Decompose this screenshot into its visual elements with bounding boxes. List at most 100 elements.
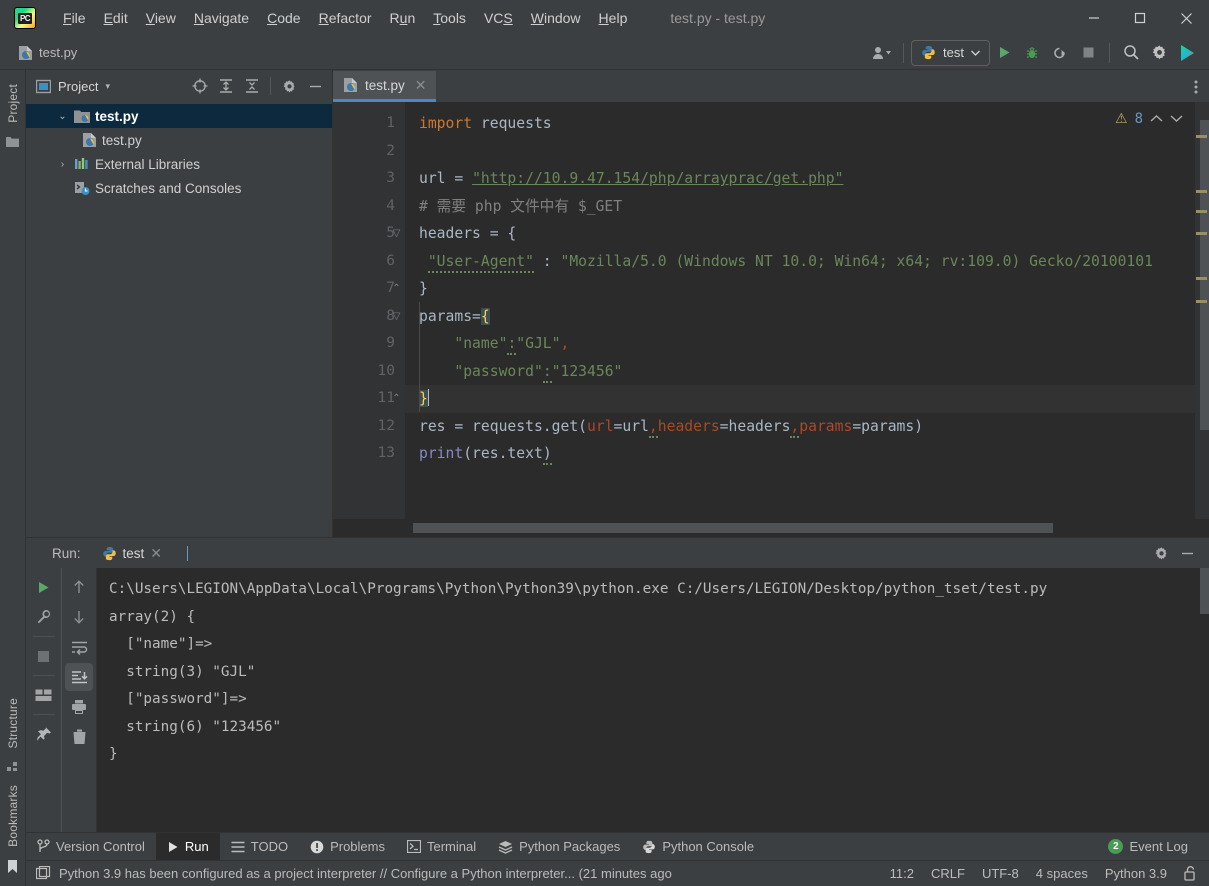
code-line[interactable]: import requests xyxy=(405,110,1195,138)
select-opened-file-button[interactable] xyxy=(189,75,211,97)
code-fold-marker[interactable]: ⌃ xyxy=(391,283,402,294)
menu-file[interactable]: File xyxy=(54,7,95,29)
soft-wrap-button[interactable] xyxy=(65,633,93,661)
run-tab-test[interactable]: test ✕ xyxy=(95,542,170,571)
run-with-coverage-button[interactable] xyxy=(1046,40,1074,66)
debug-button[interactable] xyxy=(1018,40,1046,66)
code-line[interactable]: url = "http://10.9.47.154/php/arrayprac/… xyxy=(405,165,1195,193)
tree-item-external-libraries[interactable]: › External Libraries xyxy=(26,152,332,176)
menu-help[interactable]: Help xyxy=(590,7,637,29)
code-line[interactable]: } xyxy=(405,385,1195,413)
expand-all-button[interactable] xyxy=(215,75,237,97)
menu-tools[interactable]: Tools xyxy=(424,7,475,29)
code-line[interactable]: "name":"GJL", xyxy=(405,330,1195,358)
code-line[interactable]: } xyxy=(405,275,1195,303)
settings-button[interactable] xyxy=(1145,40,1173,66)
strip-item-bookmarks[interactable]: Bookmarks xyxy=(6,779,20,853)
clear-all-button[interactable] xyxy=(65,723,93,751)
warning-marker[interactable] xyxy=(1196,232,1207,235)
indent-setting[interactable]: 4 spaces xyxy=(1036,866,1088,881)
user-account-icon[interactable] xyxy=(868,40,896,66)
edit-configuration-button[interactable] xyxy=(30,603,58,631)
tree-item-scratches[interactable]: Scratches and Consoles xyxy=(26,176,332,200)
previous-occurrence-button[interactable] xyxy=(65,573,93,601)
run-panel-settings-button[interactable] xyxy=(1149,541,1173,565)
stop-button[interactable] xyxy=(30,642,58,670)
code-fold-marker[interactable]: ▽ xyxy=(391,228,402,239)
close-button[interactable] xyxy=(1163,0,1209,36)
code-line[interactable] xyxy=(405,138,1195,166)
toolwindow-run[interactable]: Run xyxy=(155,832,220,861)
toolwindow-python-packages[interactable]: Python Packages xyxy=(487,833,631,861)
toolwindow-version-control[interactable]: Version Control xyxy=(26,833,156,861)
menu-navigate[interactable]: Navigate xyxy=(185,7,258,29)
code-line[interactable]: params={ xyxy=(405,303,1195,331)
warning-marker[interactable] xyxy=(1196,210,1207,213)
code-fold-marker[interactable]: ⌃ xyxy=(391,393,402,404)
maximize-button[interactable] xyxy=(1117,0,1163,36)
close-icon[interactable]: ✕ xyxy=(150,545,162,562)
code-line[interactable]: print(res.text) xyxy=(405,440,1195,468)
unlocked-padlock-icon[interactable] xyxy=(1184,866,1197,881)
run-panel-hide-button[interactable] xyxy=(1175,541,1199,565)
collapse-all-button[interactable] xyxy=(241,75,263,97)
bookmark-icon[interactable] xyxy=(7,859,18,874)
status-message-area[interactable]: Python 3.9 has been configured as a proj… xyxy=(36,866,672,881)
stop-button[interactable] xyxy=(1074,40,1102,66)
toolwindow-event-log[interactable]: 2 Event Log xyxy=(1097,833,1199,861)
toolwindow-python-console[interactable]: Python Console xyxy=(631,833,765,861)
chevron-right-icon[interactable]: › xyxy=(56,159,69,170)
folder-icon[interactable] xyxy=(5,135,20,148)
hide-panel-button[interactable] xyxy=(304,75,326,97)
panel-options-button[interactable] xyxy=(278,75,300,97)
strip-item-structure[interactable]: Structure xyxy=(6,692,20,755)
close-icon[interactable]: ✕ xyxy=(415,77,427,94)
editor-code[interactable]: import requests url = "http://10.9.47.154… xyxy=(405,102,1195,519)
previous-problem-icon[interactable] xyxy=(1150,114,1163,123)
menu-vcs[interactable]: VCS xyxy=(475,7,522,29)
editor-horizontal-scrollbar[interactable] xyxy=(413,523,1053,533)
console-scrollbar[interactable] xyxy=(1200,568,1209,614)
breadcrumb[interactable]: test.py xyxy=(12,43,83,63)
layout-settings-button[interactable] xyxy=(30,681,58,709)
ai-assistant-button[interactable] xyxy=(1173,40,1201,66)
code-line[interactable]: res = requests.get(url=url,headers=heade… xyxy=(405,413,1195,441)
tree-item-test-py[interactable]: test.py xyxy=(26,128,332,152)
strip-item-project[interactable]: Project xyxy=(6,78,20,129)
search-everywhere-button[interactable] xyxy=(1117,40,1145,66)
pin-tab-button[interactable] xyxy=(30,720,58,748)
menu-edit[interactable]: Edit xyxy=(95,7,137,29)
editor-text-area[interactable]: 1 2 3 4 5 6 7 8 9 10 11 12 13 ▽ ⌃ ▽ ⌃ import requests url… xyxy=(333,102,1209,519)
warning-marker[interactable] xyxy=(1196,135,1207,138)
run-console-output[interactable]: C:\Users\LEGION\AppData\Local\Programs\P… xyxy=(96,568,1209,832)
editor-tab-test-py[interactable]: test.py ✕ xyxy=(333,71,436,102)
vertical-dots-icon[interactable] xyxy=(1183,71,1209,102)
toolwindow-problems[interactable]: Problems xyxy=(299,833,396,861)
warning-marker[interactable] xyxy=(1196,300,1207,303)
menu-window[interactable]: Window xyxy=(522,7,590,29)
caret-position[interactable]: 11:2 xyxy=(890,866,914,881)
code-line[interactable]: "User-Agent" : "Mozilla/5.0 (Windows NT … xyxy=(405,248,1195,276)
next-problem-icon[interactable] xyxy=(1170,114,1183,123)
editor-gutter[interactable]: 1 2 3 4 5 6 7 8 9 10 11 12 13 ▽ ⌃ ▽ ⌃ xyxy=(333,102,405,519)
tree-item-project-root[interactable]: ⌄ test.py xyxy=(26,104,332,128)
toolwindow-todo[interactable]: TODO xyxy=(220,833,299,861)
file-encoding[interactable]: UTF-8 xyxy=(982,866,1019,881)
line-separator[interactable]: CRLF xyxy=(931,866,965,881)
editor-marker-bar[interactable] xyxy=(1195,102,1209,519)
warning-marker[interactable] xyxy=(1196,277,1207,280)
next-occurrence-button[interactable] xyxy=(65,603,93,631)
print-button[interactable] xyxy=(65,693,93,721)
code-fold-marker[interactable]: ▽ xyxy=(391,311,402,322)
menu-code[interactable]: Code xyxy=(258,7,309,29)
toolwindow-terminal[interactable]: Terminal xyxy=(396,833,487,861)
run-button[interactable] xyxy=(990,40,1018,66)
minimize-button[interactable] xyxy=(1071,0,1117,36)
menu-run[interactable]: Run xyxy=(381,7,425,29)
code-line[interactable]: headers = { xyxy=(405,220,1195,248)
scroll-to-end-button[interactable] xyxy=(65,663,93,691)
menu-view[interactable]: View xyxy=(137,7,185,29)
structure-icon[interactable] xyxy=(6,760,19,773)
project-panel-title[interactable]: Project ▾ xyxy=(32,77,114,96)
warning-marker[interactable] xyxy=(1196,190,1207,193)
